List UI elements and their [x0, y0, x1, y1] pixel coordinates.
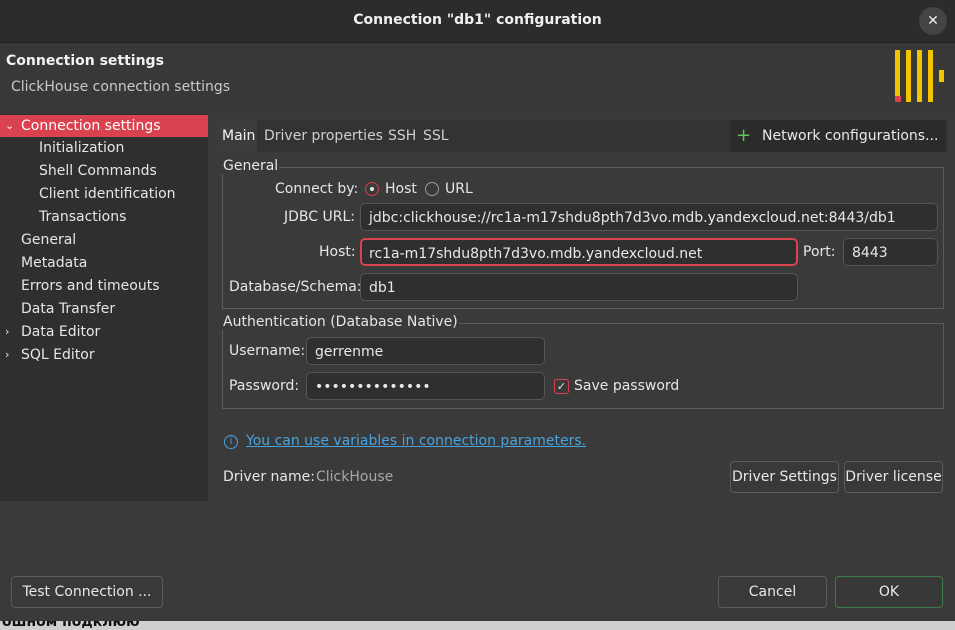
sidebar-item-label: Initialization: [39, 140, 125, 156]
general-legend: General: [222, 158, 280, 174]
host-input[interactable]: rc1a-m17shdu8pth7d3vo.mdb.yandexcloud.ne…: [360, 238, 798, 266]
driver-settings-button[interactable]: Driver Settings: [730, 461, 839, 493]
settings-sidebar: ⌄ Connection settings Initialization She…: [0, 114, 208, 501]
password-input[interactable]: ••••••••••••••: [306, 372, 545, 400]
username-label: Username:: [229, 343, 306, 359]
sidebar-item-shell-commands[interactable]: Shell Commands: [0, 160, 208, 182]
cancel-button[interactable]: Cancel: [718, 576, 827, 608]
sidebar-item-general[interactable]: General: [0, 229, 208, 251]
tab-main[interactable]: Main: [217, 120, 257, 152]
sidebar-item-label: Errors and timeouts: [21, 278, 160, 294]
tab-driver-properties[interactable]: Driver properties: [264, 120, 383, 152]
database-label: Database/Schema:: [229, 279, 362, 295]
clickhouse-logo-icon: [895, 50, 944, 102]
chevron-right-icon[interactable]: ›: [5, 344, 9, 366]
network-configurations-button[interactable]: + Network configurations...: [730, 120, 946, 152]
chevron-right-icon[interactable]: ›: [5, 321, 9, 343]
port-label: Port:: [803, 244, 836, 260]
sidebar-item-metadata[interactable]: Metadata: [0, 252, 208, 274]
window-title: Connection "db1" configuration: [353, 12, 602, 28]
background-text: ошном подклюю: [2, 621, 140, 630]
sidebar-item-label: Shell Commands: [39, 163, 157, 179]
tab-ssl[interactable]: SSL: [423, 120, 449, 152]
page-subtitle: ClickHouse connection settings: [11, 79, 231, 95]
sidebar-item-label: General: [21, 232, 77, 248]
driver-name-value: ClickHouse: [316, 469, 394, 485]
ok-button[interactable]: OK: [835, 576, 943, 608]
auth-legend: Authentication (Database Native): [222, 314, 459, 330]
close-icon[interactable]: ✕: [927, 13, 939, 29]
url-radio[interactable]: [425, 182, 439, 196]
host-radio-label[interactable]: Host: [385, 181, 417, 197]
save-password-label[interactable]: Save password: [574, 378, 679, 394]
sidebar-item-label: Connection settings: [21, 118, 161, 134]
sidebar-item-label: Data Transfer: [21, 301, 116, 317]
password-label: Password:: [229, 378, 300, 394]
driver-license-button[interactable]: Driver license: [844, 461, 943, 493]
username-input[interactable]: gerrenme: [306, 337, 545, 365]
page-title: Connection settings: [6, 53, 164, 69]
chevron-down-icon[interactable]: ⌄: [5, 115, 14, 137]
sidebar-item-connection-settings[interactable]: ⌄ Connection settings: [0, 115, 208, 137]
sidebar-item-transactions[interactable]: Transactions: [0, 206, 208, 228]
driver-name-label: Driver name:: [223, 469, 315, 485]
port-input[interactable]: 8443: [843, 238, 938, 266]
sidebar-item-label: Metadata: [21, 255, 88, 271]
sidebar-item-label: Data Editor: [21, 324, 101, 340]
host-radio[interactable]: [365, 182, 379, 196]
title-bar: Connection "db1" configuration ✕: [0, 0, 955, 43]
sidebar-item-errors-timeouts[interactable]: Errors and timeouts: [0, 275, 208, 297]
page-header: Connection settings ClickHouse connectio…: [0, 43, 955, 113]
background-window-strip: ошном подклюю: [0, 621, 955, 630]
connect-by-label: Connect by:: [275, 181, 359, 197]
variables-help-link[interactable]: You can use variables in connection para…: [246, 433, 586, 449]
sidebar-item-initialization[interactable]: Initialization: [0, 137, 208, 159]
close-button[interactable]: ✕: [919, 7, 947, 35]
jdbc-url-field[interactable]: jdbc:clickhouse://rc1a-m17shdu8pth7d3vo.…: [360, 203, 938, 231]
info-icon: i: [224, 435, 238, 449]
sidebar-item-data-editor[interactable]: › Data Editor: [0, 321, 208, 343]
save-password-checkbox[interactable]: ✓: [554, 379, 569, 394]
jdbc-url-label: JDBC URL:: [284, 209, 355, 225]
sidebar-item-label: Client identification: [39, 186, 176, 202]
sidebar-item-data-transfer[interactable]: Data Transfer: [0, 298, 208, 320]
sidebar-item-label: SQL Editor: [21, 347, 95, 363]
plus-icon: +: [736, 125, 752, 146]
network-configurations-label: Network configurations...: [762, 128, 939, 144]
url-radio-label[interactable]: URL: [445, 181, 473, 197]
test-connection-button[interactable]: Test Connection ...: [11, 576, 163, 608]
database-input[interactable]: db1: [360, 273, 798, 301]
sidebar-item-sql-editor[interactable]: › SQL Editor: [0, 344, 208, 366]
sidebar-item-client-identification[interactable]: Client identification: [0, 183, 208, 205]
host-label: Host:: [319, 244, 356, 260]
sidebar-item-label: Transactions: [39, 209, 127, 225]
tab-ssh[interactable]: SSH: [388, 120, 416, 152]
